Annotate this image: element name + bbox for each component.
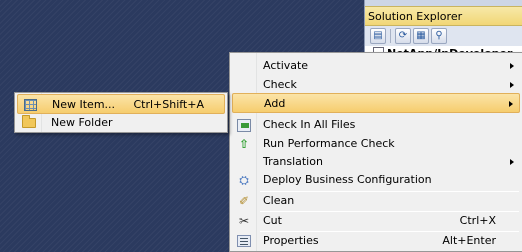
menu-item-label: Clean — [263, 194, 295, 207]
menu-item-add[interactable]: Add — [232, 93, 520, 113]
submenu-arrow-icon — [509, 101, 513, 107]
add-submenu: New Item... Ctrl+Shift+A New Folder — [14, 92, 228, 133]
menu-item-label: Properties — [263, 234, 319, 247]
folder-icon — [21, 115, 37, 131]
search-icon[interactable]: ⚲ — [431, 28, 447, 44]
scissors-icon: ✂ — [238, 214, 250, 228]
menu-item-label: Activate — [263, 59, 309, 72]
context-menu: Activate Check Add Check In All Files ⇧ … — [229, 52, 522, 252]
solution-explorer-title[interactable]: Solution Explorer — [365, 6, 522, 26]
menu-item-label: Cut — [263, 214, 282, 227]
menu-item-label: New Folder — [51, 116, 113, 129]
menu-item-clean[interactable]: ✐ Clean — [232, 191, 520, 211]
menu-item-check-in-all-files[interactable]: Check In All Files — [232, 115, 520, 135]
check-in-icon — [236, 117, 252, 133]
submenu-arrow-icon — [510, 82, 514, 88]
menu-item-check[interactable]: Check — [232, 75, 520, 95]
solution-explorer-panel: Solution Explorer ▤ ⟳ ▦ ⚲ NetApp/InDevel… — [364, 0, 522, 60]
broom-icon: ✐ — [238, 194, 250, 208]
menu-item-label: Check In All Files — [263, 118, 356, 131]
menu-item-label: Add — [264, 97, 286, 110]
menu-item-label: Deploy Business Configuration — [263, 173, 432, 186]
toolbar-separator — [390, 29, 391, 43]
menu-item-shortcut: Alt+Enter — [442, 234, 496, 247]
green-arrow-icon: ⇧ — [238, 137, 250, 151]
menu-item-shortcut: Ctrl+X — [459, 214, 496, 227]
menu-item-shortcut: Ctrl+Shift+A — [133, 98, 204, 111]
menu-item-run-performance-check[interactable]: ⇧ Run Performance Check — [232, 134, 520, 154]
show-all-files-icon[interactable]: ▦ — [413, 28, 429, 44]
submenu-arrow-icon — [510, 159, 514, 165]
submenu-item-new-item[interactable]: New Item... Ctrl+Shift+A — [17, 94, 225, 114]
submenu-arrow-icon — [510, 63, 514, 69]
properties-icon[interactable]: ▤ — [370, 28, 386, 44]
refresh-icon[interactable]: ⟳ — [395, 28, 411, 44]
menu-item-label: New Item... — [52, 98, 116, 111]
menu-item-label: Translation — [263, 155, 323, 168]
menu-item-cut[interactable]: ✂ Cut Ctrl+X — [232, 211, 520, 231]
submenu-item-new-folder[interactable]: New Folder — [17, 113, 225, 133]
menu-item-label: Check — [263, 78, 297, 91]
menu-item-label: Run Performance Check — [263, 137, 395, 150]
properties-icon — [236, 233, 252, 249]
deploy-icon: ⛭ — [239, 173, 249, 187]
menu-item-properties[interactable]: Properties Alt+Enter — [232, 231, 520, 251]
menu-item-activate[interactable]: Activate — [232, 56, 520, 76]
menu-item-deploy-business-configuration[interactable]: ⛭ Deploy Business Configuration — [232, 170, 520, 190]
solution-explorer-toolbar: ▤ ⟳ ▦ ⚲ — [365, 26, 522, 46]
menu-item-translation[interactable]: Translation — [232, 152, 520, 172]
new-item-icon — [22, 97, 38, 113]
